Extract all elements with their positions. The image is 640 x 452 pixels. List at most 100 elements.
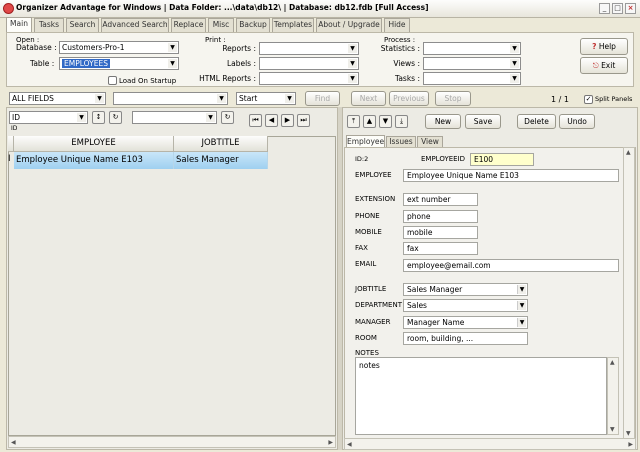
- chevron-down-icon: ▼: [77, 113, 86, 122]
- scroll-up-icon[interactable]: ▲: [626, 149, 631, 156]
- database-value: Customers-Pro-1: [62, 43, 125, 52]
- tab-replace[interactable]: Replace: [171, 18, 206, 32]
- row-indicator: I: [8, 154, 11, 164]
- sort-direction-icon[interactable]: ↕: [92, 111, 105, 124]
- new-button[interactable]: New: [425, 114, 461, 129]
- form-vertical-scrollbar[interactable]: ▲ ▼: [623, 147, 635, 439]
- move-bottom-icon[interactable]: ⤓: [395, 115, 408, 128]
- search-field-value: ALL FIELDS: [12, 94, 54, 103]
- mobile-field[interactable]: mobile: [403, 226, 478, 239]
- phone-field[interactable]: phone: [403, 210, 478, 223]
- chevron-down-icon: ▼: [206, 113, 215, 122]
- previous-label: Previous: [393, 94, 425, 103]
- extension-label: EXTENSION: [355, 195, 396, 203]
- move-top-icon[interactable]: ⤒: [347, 115, 360, 128]
- chevron-down-icon: ▼: [517, 318, 526, 327]
- tab-main[interactable]: Main: [6, 17, 32, 33]
- stop-label: Stop: [444, 94, 462, 103]
- table-row-cell-employee[interactable]: Employee Unique Name E103: [14, 152, 174, 169]
- scroll-left-icon[interactable]: ◀: [11, 439, 16, 446]
- save-button[interactable]: Save: [465, 114, 501, 129]
- search-mode-select[interactable]: Start ▼: [236, 92, 296, 105]
- help-icon: ?: [592, 42, 597, 51]
- views-select[interactable]: ▼: [423, 57, 521, 70]
- labels-select[interactable]: ▼: [259, 57, 359, 70]
- next-button[interactable]: Next: [351, 91, 386, 106]
- refresh-icon[interactable]: ↻: [109, 111, 122, 124]
- employeeid-field[interactable]: E100: [470, 153, 534, 166]
- notes-field[interactable]: notes: [355, 357, 607, 435]
- stop-button[interactable]: Stop: [435, 91, 471, 106]
- move-down-icon[interactable]: ▼: [379, 115, 392, 128]
- maximize-button[interactable]: □: [612, 3, 623, 14]
- tab-tasks[interactable]: Tasks: [34, 18, 64, 32]
- grid-header-employee[interactable]: EMPLOYEE: [14, 136, 174, 152]
- move-up-icon[interactable]: ▲: [363, 115, 376, 128]
- chevron-down-icon: ▼: [510, 74, 519, 83]
- exit-label: Exit: [601, 61, 616, 70]
- refresh-filter-icon[interactable]: ↻: [221, 111, 234, 124]
- search-input[interactable]: ▼: [113, 92, 228, 105]
- sort-field-select[interactable]: ID ▼: [9, 111, 88, 124]
- scroll-right-icon[interactable]: ▶: [328, 439, 333, 446]
- first-record-icon[interactable]: ⏮: [249, 114, 262, 127]
- database-label: Database :: [16, 43, 57, 52]
- split-panels-checkbox[interactable]: ✓: [584, 95, 593, 104]
- tab-advanced-search[interactable]: Advanced Search: [101, 18, 169, 32]
- tab-hide[interactable]: Hide: [384, 18, 410, 32]
- find-button[interactable]: Find: [305, 91, 340, 106]
- scroll-down-icon[interactable]: ▼: [626, 430, 631, 437]
- delete-button[interactable]: Delete: [517, 114, 556, 129]
- tab-backup[interactable]: Backup: [236, 18, 270, 32]
- fax-label: FAX: [355, 244, 368, 252]
- database-select[interactable]: Customers-Pro-1 ▼: [59, 41, 179, 54]
- last-record-icon[interactable]: ⏭: [297, 114, 310, 127]
- extension-field[interactable]: ext number: [403, 193, 478, 206]
- scroll-down-icon[interactable]: ▼: [610, 426, 615, 433]
- statistics-select[interactable]: ▼: [423, 42, 521, 55]
- fax-field[interactable]: fax: [403, 242, 478, 255]
- table-select[interactable]: EMPLOYEES ▼: [59, 57, 179, 70]
- grid-header-jobtitle[interactable]: JOBTITLE: [174, 136, 268, 152]
- manager-select[interactable]: Manager Name ▼: [403, 316, 528, 329]
- form-horizontal-scrollbar[interactable]: ◀ ▶: [344, 438, 636, 450]
- load-on-startup-checkbox[interactable]: [108, 76, 117, 85]
- jobtitle-select[interactable]: Sales Manager ▼: [403, 283, 528, 296]
- help-label: Help: [598, 42, 616, 51]
- sort-field-caption: ID: [11, 125, 18, 132]
- table-row-cell-jobtitle[interactable]: Sales Manager: [174, 152, 268, 169]
- filter-select[interactable]: ▼: [132, 111, 217, 124]
- room-field[interactable]: room, building, ...: [403, 332, 528, 345]
- tab-misc[interactable]: Misc: [208, 18, 234, 32]
- scroll-up-icon[interactable]: ▲: [610, 359, 615, 366]
- chevron-down-icon: ▼: [510, 44, 519, 53]
- scroll-left-icon[interactable]: ◀: [347, 441, 352, 448]
- tasks-select[interactable]: ▼: [423, 72, 521, 85]
- undo-button[interactable]: Undo: [559, 114, 595, 129]
- load-on-startup-label: Load On Startup: [119, 77, 177, 85]
- next-record-icon[interactable]: ▶: [281, 114, 294, 127]
- app-icon: [3, 3, 14, 14]
- reports-select[interactable]: ▼: [259, 42, 359, 55]
- prev-record-icon[interactable]: ◀: [265, 114, 278, 127]
- department-select[interactable]: Sales ▼: [403, 299, 528, 312]
- previous-button[interactable]: Previous: [389, 91, 429, 106]
- scroll-right-icon[interactable]: ▶: [628, 441, 633, 448]
- manager-value: Manager Name: [407, 318, 465, 327]
- email-field[interactable]: employee@email.com: [403, 259, 619, 272]
- split-panels-label: Split Panels: [595, 95, 633, 103]
- employee-label: EMPLOYEE: [355, 171, 392, 179]
- grid-horizontal-scrollbar[interactable]: ◀ ▶: [8, 436, 336, 448]
- tab-search[interactable]: Search: [66, 18, 99, 32]
- notes-scrollbar[interactable]: ▲ ▼: [607, 357, 619, 435]
- employee-field[interactable]: Employee Unique Name E103: [403, 169, 619, 182]
- exit-button[interactable]: ⎋ Exit: [580, 57, 628, 74]
- tab-about-upgrade[interactable]: About / Upgrade: [316, 18, 382, 32]
- minimize-button[interactable]: _: [599, 3, 610, 14]
- chevron-down-icon: ▼: [348, 74, 357, 83]
- close-button[interactable]: ×: [625, 3, 636, 14]
- help-button[interactable]: ? Help: [580, 38, 628, 55]
- html-reports-select[interactable]: ▼: [259, 72, 359, 85]
- tab-templates[interactable]: Templates: [272, 18, 314, 32]
- search-field-select[interactable]: ALL FIELDS ▼: [9, 92, 106, 105]
